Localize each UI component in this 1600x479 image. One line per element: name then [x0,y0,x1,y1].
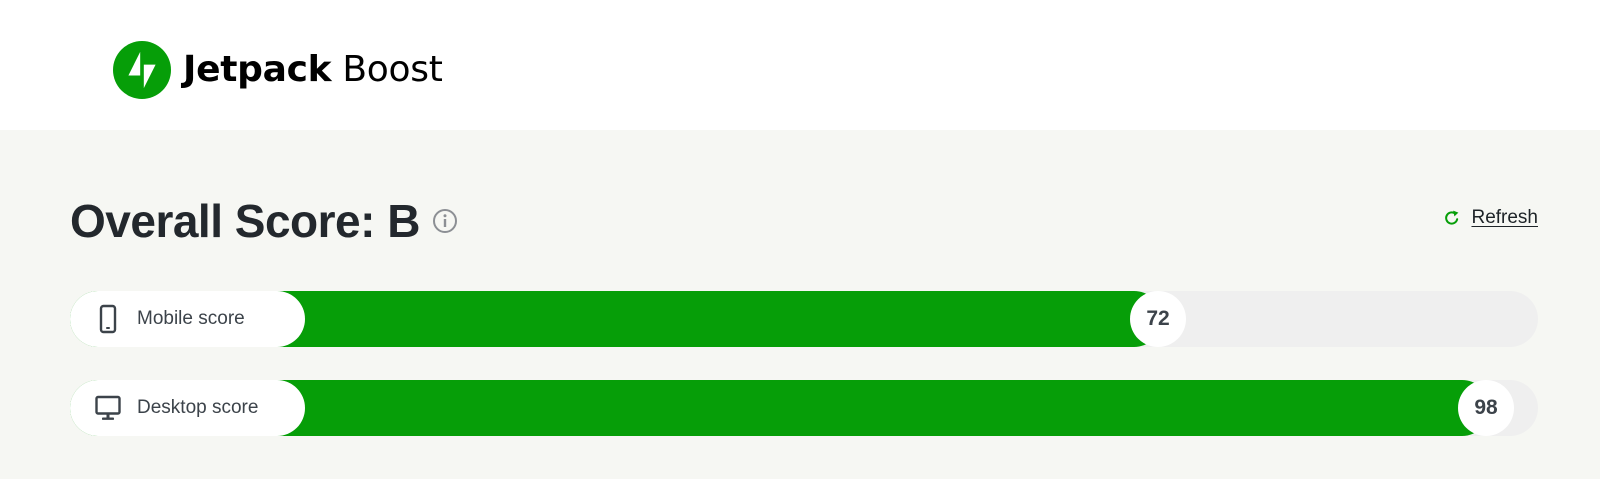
jetpack-boost-logo: Jetpack Boost [113,41,443,99]
brand-name-regular: Boost [331,49,443,90]
desktop-score-bar: Desktop score 98 [70,380,1538,436]
mobile-score-label: Mobile score [137,308,245,329]
page-header: Jetpack Boost [0,0,1600,130]
mobile-score-label-pill: Mobile score [70,291,305,347]
brand-name: Jetpack Boost [183,41,443,99]
refresh-label: Refresh [1471,207,1538,228]
brand-name-bold: Jetpack [183,49,332,90]
info-icon[interactable] [432,208,458,234]
mobile-score-value: 72 [1130,291,1186,347]
refresh-icon [1445,210,1459,225]
overall-score-title: Overall Score: B [70,195,420,247]
desktop-score-label: Desktop score [137,397,259,418]
desktop-score-label-pill: Desktop score [70,380,305,436]
jetpack-bolt-icon [113,41,171,99]
desktop-monitor-icon [95,395,121,420]
refresh-button[interactable]: Refresh [1443,207,1538,229]
desktop-score-value: 98 [1458,380,1514,436]
mobile-score-bar: Mobile score 72 [70,291,1538,347]
overall-score-heading: Overall Score: B [70,193,458,249]
mobile-phone-icon [99,304,117,334]
